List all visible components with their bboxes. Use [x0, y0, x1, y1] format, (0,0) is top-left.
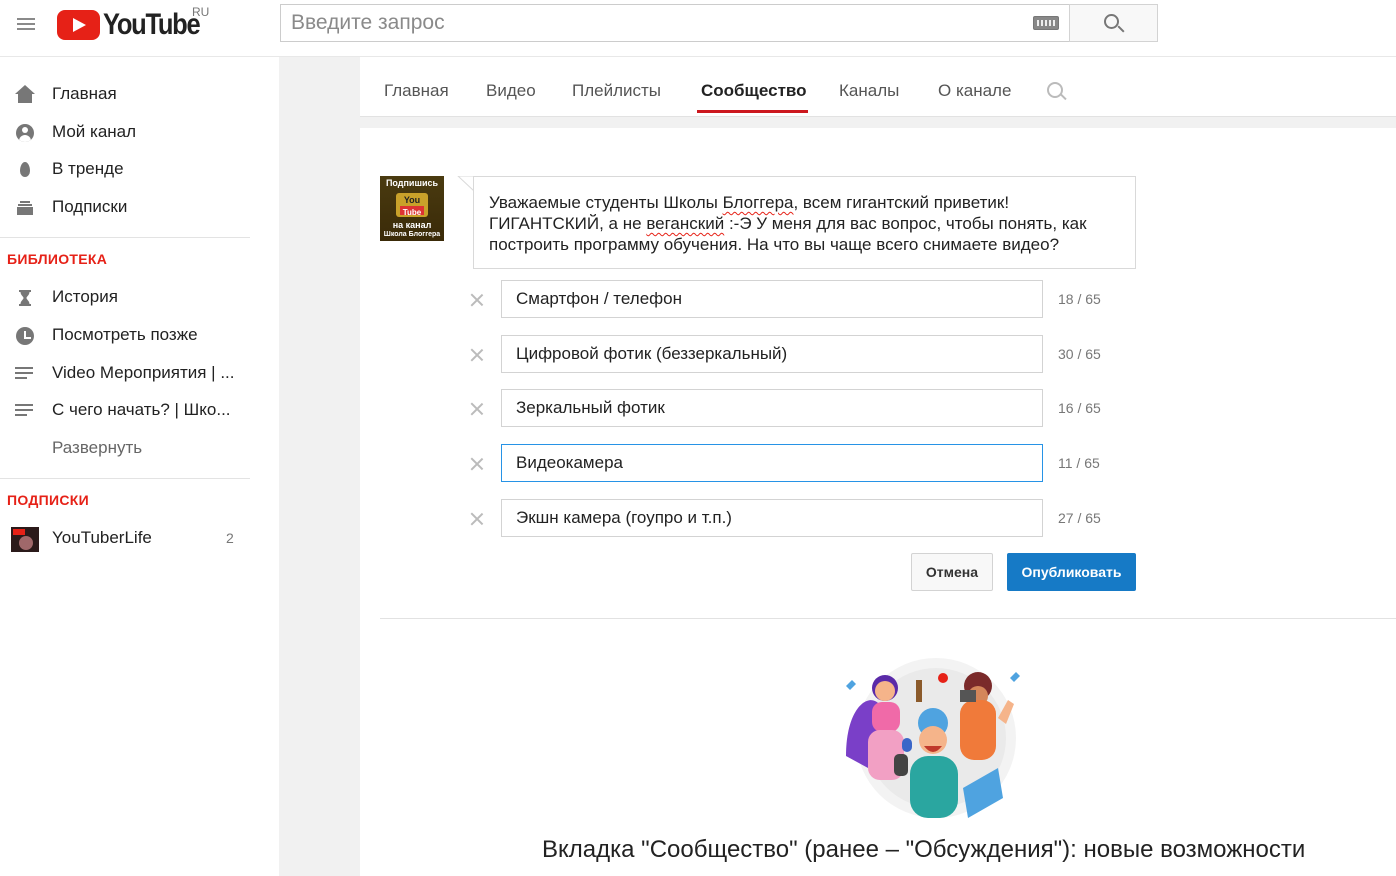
keyboard-icon[interactable] [1033, 16, 1059, 30]
content-divider [380, 618, 1396, 619]
logo-country-code: RU [192, 5, 210, 19]
search-box [280, 4, 1069, 42]
search-icon [1104, 14, 1119, 29]
account-icon [15, 123, 35, 143]
poll-option-input[interactable] [516, 398, 1042, 418]
sidebar-divider [0, 237, 250, 238]
play-logo-icon [57, 10, 100, 40]
article-caption: Вкладка "Сообщество" (ранее – "Обсуждени… [542, 836, 1306, 863]
search-button[interactable] [1069, 4, 1158, 42]
sidebar-item-label: Мой канал [52, 122, 137, 141]
guide-menu-icon[interactable] [14, 12, 38, 36]
option-char-count: 27 / 65 [1058, 510, 1101, 526]
subscriptions-icon [15, 198, 35, 218]
subscription-item[interactable]: YouTuberLife 2 [0, 520, 250, 556]
poll-option-input[interactable] [516, 289, 1042, 309]
library-section-title[interactable]: БИБЛИОТЕКА [7, 251, 107, 267]
publish-button[interactable]: Опубликовать [1007, 553, 1136, 591]
tab-videos[interactable]: Видео [486, 81, 536, 101]
option-char-count: 16 / 65 [1058, 400, 1101, 416]
remove-option-icon[interactable] [469, 347, 485, 363]
remove-option-icon[interactable] [469, 401, 485, 417]
option-char-count: 11 / 65 [1058, 455, 1100, 471]
poll-option-field[interactable] [501, 444, 1043, 482]
sidebar-item-label: Video Мероприятия | ... [52, 363, 235, 382]
channel-avatar-thumbnail[interactable]: Подпишись You Tube на канал Школа Блогге… [380, 176, 444, 241]
channel-tabs: Главная Видео Плейлисты Сообщество Канал… [360, 57, 1396, 117]
poll-option-field[interactable] [501, 280, 1043, 318]
sidebar-divider [0, 478, 250, 479]
sidebar-item-history[interactable]: История [0, 279, 250, 315]
sidebar-item-label: В тренде [52, 159, 124, 178]
tab-playlists[interactable]: Плейлисты [572, 81, 661, 101]
playlist-icon [15, 401, 35, 421]
sidebar-item-home[interactable]: Главная [0, 76, 250, 112]
remove-option-icon[interactable] [469, 292, 485, 308]
sidebar-item-label: История [52, 287, 118, 306]
thumb-text: на канал [392, 220, 432, 230]
sidebar-item-subscriptions[interactable]: Подписки [0, 189, 250, 225]
sidebar-item-watch-later[interactable]: Посмотреть позже [0, 317, 250, 353]
trending-icon [15, 160, 35, 180]
poll-option-field[interactable] [501, 335, 1043, 373]
history-icon [15, 288, 35, 308]
expand-label: Развернуть [52, 438, 143, 457]
post-text: Уважаемые студенты Школы Блоггера, всем … [489, 193, 1087, 254]
poll-option-field[interactable] [501, 499, 1043, 537]
option-char-count: 30 / 65 [1058, 346, 1101, 362]
masthead: YouTube RU [0, 0, 1396, 57]
poll-option-input[interactable] [516, 453, 1042, 473]
sidebar-item-trending[interactable]: В тренде [0, 151, 250, 187]
sidebar-item-label: Подписки [52, 197, 128, 216]
tab-about[interactable]: О канале [938, 81, 1011, 101]
guide-sidebar: Главная Мой канал В тренде Подписки БИБЛ… [0, 57, 279, 876]
sidebar-expand[interactable]: Развернуть [0, 430, 250, 466]
watch-later-icon [15, 326, 35, 346]
sidebar-item-label: Главная [52, 84, 117, 103]
sidebar-item-label: Посмотреть позже [52, 325, 198, 344]
search-input[interactable] [281, 11, 1033, 35]
thumb-text: Подпишись [385, 178, 439, 188]
thumb-text: You [403, 195, 421, 205]
poll-option-input[interactable] [516, 508, 1042, 528]
cancel-button[interactable]: Отмена [911, 553, 993, 591]
remove-option-icon[interactable] [469, 456, 485, 472]
channel-avatar [11, 527, 39, 552]
option-char-count: 18 / 65 [1058, 291, 1101, 307]
post-text-box[interactable]: Уважаемые студенты Школы Блоггера, всем … [473, 176, 1136, 269]
playlist-icon [15, 364, 35, 384]
thumb-text: Tube [402, 208, 422, 217]
sidebar-item-playlist-start[interactable]: С чего начать? | Шко... [0, 392, 250, 428]
poll-option-field[interactable] [501, 389, 1043, 427]
sidebar-item-my-channel[interactable]: Мой канал [0, 114, 250, 150]
active-tab-indicator [697, 110, 808, 113]
channel-search-icon[interactable] [1047, 82, 1063, 98]
tab-community[interactable]: Сообщество [701, 81, 807, 101]
subscription-name: YouTuberLife [52, 528, 152, 547]
youtube-page: YouTube RU Главная Мой канал В тренде [0, 0, 1396, 876]
sidebar-item-label: С чего начать? | Шко... [52, 400, 231, 419]
thumb-text: Школа Блоггера [383, 231, 441, 238]
tab-channels[interactable]: Каналы [839, 81, 899, 101]
poll-option-input[interactable] [516, 344, 1042, 364]
tab-home[interactable]: Главная [384, 81, 449, 101]
sidebar-item-playlist-events[interactable]: Video Мероприятия | ... [0, 355, 250, 391]
subscriptions-section-title[interactable]: ПОДПИСКИ [7, 492, 89, 508]
remove-option-icon[interactable] [469, 511, 485, 527]
misspelled-word: веганский [646, 214, 725, 233]
misspelled-word: Блоггера [722, 193, 794, 212]
logo-text: YouTube [103, 8, 201, 41]
home-icon [15, 85, 35, 105]
subscription-new-count: 2 [226, 530, 234, 546]
community-illustration [846, 658, 1020, 818]
